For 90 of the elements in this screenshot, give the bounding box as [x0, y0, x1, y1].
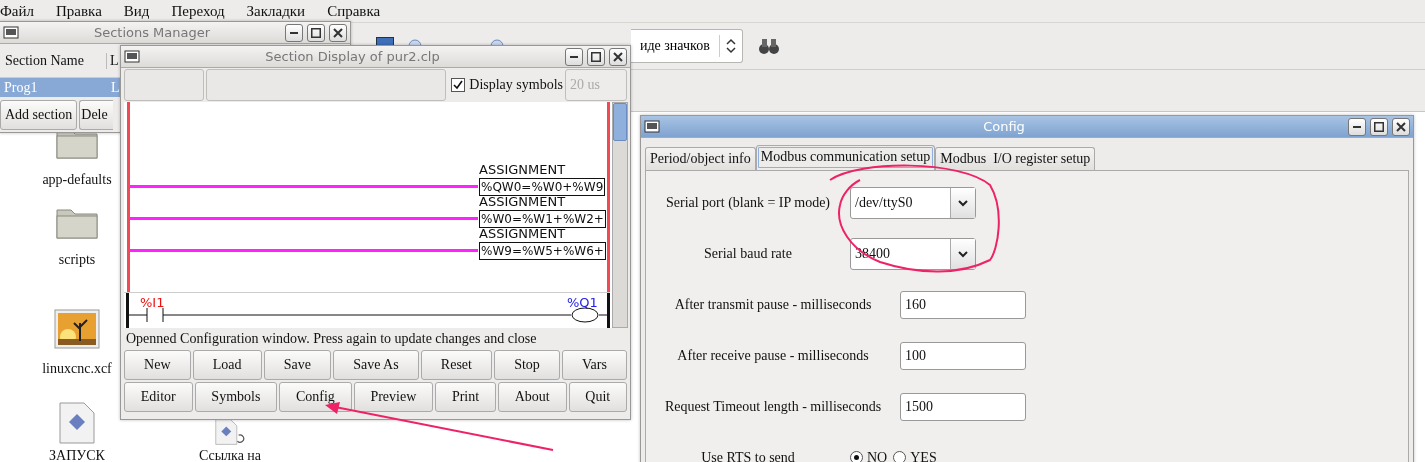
- column-header[interactable]: L: [107, 52, 120, 69]
- icon-label[interactable]: scripts: [58, 252, 96, 267]
- maximize-icon: [591, 51, 601, 62]
- window-title: Section Display of pur2.clp: [264, 49, 441, 64]
- field-label: After transmit pause - milliseconds: [673, 296, 873, 313]
- action-button[interactable]: Symbols: [194, 382, 278, 412]
- action-button[interactable]: Print: [435, 382, 496, 412]
- minimize-icon: [290, 31, 298, 34]
- action-button[interactable]: Config: [279, 382, 352, 412]
- window-title: Config: [982, 119, 1026, 134]
- contact-label: %I1: [140, 295, 165, 310]
- column-header[interactable]: Section Name: [0, 52, 107, 69]
- menu-item[interactable]: Вид: [123, 2, 150, 20]
- maximize-button[interactable]: [587, 47, 605, 66]
- radio-dot-icon: [854, 455, 859, 460]
- dropdown[interactable]: /dev/ttyS0: [850, 186, 976, 219]
- icon-label[interactable]: linuxcnc.xcf: [42, 361, 112, 376]
- minimize-button[interactable]: [1348, 117, 1366, 136]
- action-button[interactable]: Reset: [420, 350, 493, 380]
- menu-item[interactable]: Переход: [171, 2, 225, 20]
- menu-item[interactable]: Справка: [327, 2, 381, 20]
- close-button[interactable]: [329, 23, 347, 42]
- action-button[interactable]: Add section: [0, 100, 78, 130]
- image-file-icon: [54, 309, 100, 349]
- close-icon: [333, 27, 343, 38]
- view-mode-dropdown[interactable]: иде значков: [631, 29, 743, 63]
- action-button[interactable]: Vars: [561, 350, 628, 380]
- action-button[interactable]: Save As: [333, 350, 419, 380]
- input-field[interactable]: 100: [900, 341, 1026, 370]
- window-icon: [124, 49, 140, 64]
- action-button[interactable]: Save: [263, 350, 332, 380]
- tab[interactable]: Modbus communication setup: [755, 145, 936, 170]
- input-field[interactable]: 160: [900, 290, 1026, 319]
- menu-item[interactable]: Файл: [0, 2, 35, 20]
- block-heading: ASSIGNMENT: [479, 194, 566, 209]
- minimize-icon: [1353, 125, 1361, 128]
- radio-option[interactable]: NO: [850, 449, 888, 462]
- maximize-button[interactable]: [1370, 117, 1388, 136]
- scrollbar[interactable]: [612, 102, 628, 328]
- input-field[interactable]: [124, 69, 204, 101]
- caret-icon: [958, 249, 968, 258]
- maximize-icon: [311, 27, 321, 38]
- minimize-button[interactable]: [285, 23, 303, 42]
- close-button[interactable]: [1392, 117, 1410, 136]
- close-icon: [1396, 121, 1406, 132]
- status-message: Openned Configuration window. Press again to update changes and close: [125, 330, 538, 348]
- action-button[interactable]: Load: [192, 350, 262, 380]
- icon-label[interactable]: ЗАПУСК: [49, 448, 105, 462]
- action-button[interactable]: New: [124, 350, 191, 380]
- input-field[interactable]: [206, 69, 446, 101]
- check-icon: [453, 80, 464, 90]
- action-button[interactable]: About: [497, 382, 567, 412]
- tab[interactable]: Period/object info: [645, 147, 756, 170]
- action-button[interactable]: Stop: [494, 350, 560, 380]
- radio-option[interactable]: YES: [893, 449, 937, 462]
- window-title: Sections Manager: [92, 25, 212, 40]
- block-expression: %W0=%W1+%W2+: [479, 210, 606, 228]
- window-icon: [644, 119, 660, 134]
- field-label: Request Timeout length - milliseconds: [663, 398, 883, 415]
- input-field[interactable]: 1500: [900, 392, 1026, 421]
- coil-label: %Q1: [567, 295, 598, 310]
- action-button[interactable]: Dele: [79, 100, 114, 130]
- action-button[interactable]: Quit: [568, 382, 627, 412]
- scan-time-field: 20 us: [565, 69, 627, 101]
- document-icon: [59, 402, 95, 444]
- block-heading: ASSIGNMENT: [479, 162, 566, 177]
- block-expression: %W9=%W5+%W6+: [479, 242, 606, 260]
- caret-icon: [958, 198, 968, 207]
- minimize-icon: [570, 55, 578, 58]
- action-button[interactable]: Editor: [124, 382, 193, 412]
- icon-label[interactable]: Ссылка на: [198, 448, 262, 462]
- binoculars-icon: [758, 37, 780, 55]
- field-label: Serial port (blank = IP mode): [664, 194, 832, 211]
- block-expression: %QW0=%W0+%W9: [479, 178, 606, 196]
- maximize-button[interactable]: [307, 23, 325, 42]
- tab[interactable]: Modbus I/O register setup: [935, 147, 1096, 170]
- action-button[interactable]: Preview: [353, 382, 434, 412]
- field-label: After receive pause - milliseconds: [676, 347, 870, 364]
- menu-item[interactable]: Закладки: [246, 2, 306, 20]
- window-icon: [3, 25, 19, 40]
- close-button[interactable]: [609, 47, 627, 66]
- display-symbols-checkbox[interactable]: Display symbols: [451, 77, 563, 93]
- field-label: Use RTS to send: [700, 449, 796, 462]
- icon-label[interactable]: app-defaults: [42, 172, 112, 187]
- field-label: Serial baud rate: [703, 245, 793, 262]
- maximize-icon: [1374, 121, 1384, 132]
- close-icon: [613, 51, 623, 62]
- menu-item[interactable]: Правка: [56, 2, 102, 20]
- minimize-button[interactable]: [565, 47, 583, 66]
- block-heading: ASSIGNMENT: [479, 226, 566, 241]
